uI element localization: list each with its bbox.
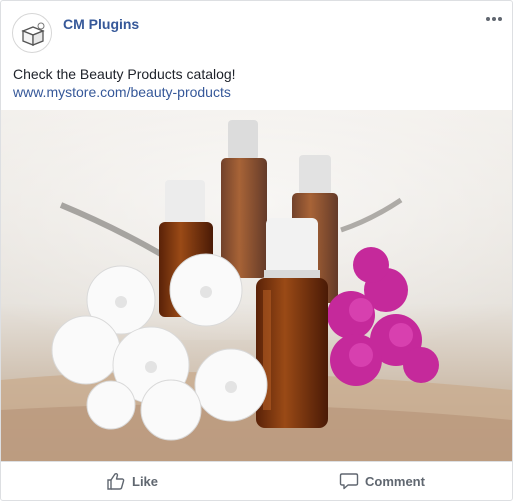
more-dots-icon	[486, 17, 490, 21]
action-bar: Like Comment	[1, 461, 512, 500]
essential-oils-photo	[1, 110, 512, 461]
page-name-link[interactable]: CM Plugins	[63, 16, 139, 32]
thumbs-up-icon	[107, 472, 125, 490]
post-photo[interactable]	[1, 110, 512, 461]
post-header: CM Plugins	[1, 1, 512, 57]
post-message: Check the Beauty Products catalog!	[13, 66, 236, 82]
comment-icon	[339, 473, 359, 490]
post-card: CM Plugins Check the Beauty Products cat…	[0, 0, 513, 501]
more-options-button[interactable]	[484, 11, 504, 27]
like-button[interactable]: Like	[106, 472, 158, 490]
comment-label: Comment	[365, 473, 425, 489]
box-logo-icon	[21, 22, 45, 46]
post-link[interactable]: www.mystore.com/beauty-products	[13, 84, 231, 100]
comment-button[interactable]: Comment	[339, 472, 425, 490]
page-avatar[interactable]	[12, 13, 52, 53]
like-label: Like	[132, 473, 159, 489]
